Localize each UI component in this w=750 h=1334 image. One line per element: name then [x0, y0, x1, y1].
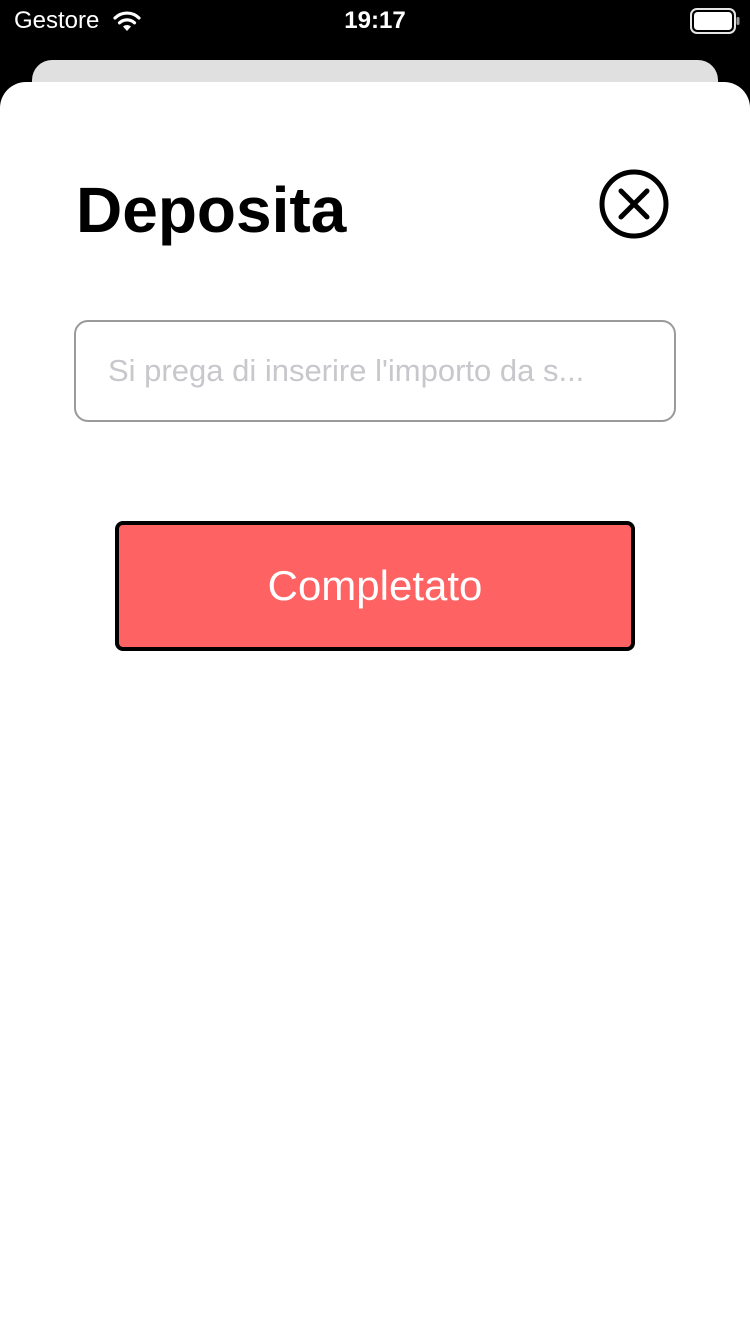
status-time: 19:17: [344, 7, 406, 34]
complete-button[interactable]: Completato: [115, 521, 635, 651]
amount-input[interactable]: [74, 320, 676, 422]
page-title: Deposita: [76, 174, 347, 246]
status-bar: Gestore 19:17: [0, 0, 750, 44]
close-icon[interactable]: [598, 168, 670, 240]
deposit-sheet: Deposita Completato: [0, 82, 750, 1334]
battery-full-icon: [690, 8, 740, 34]
